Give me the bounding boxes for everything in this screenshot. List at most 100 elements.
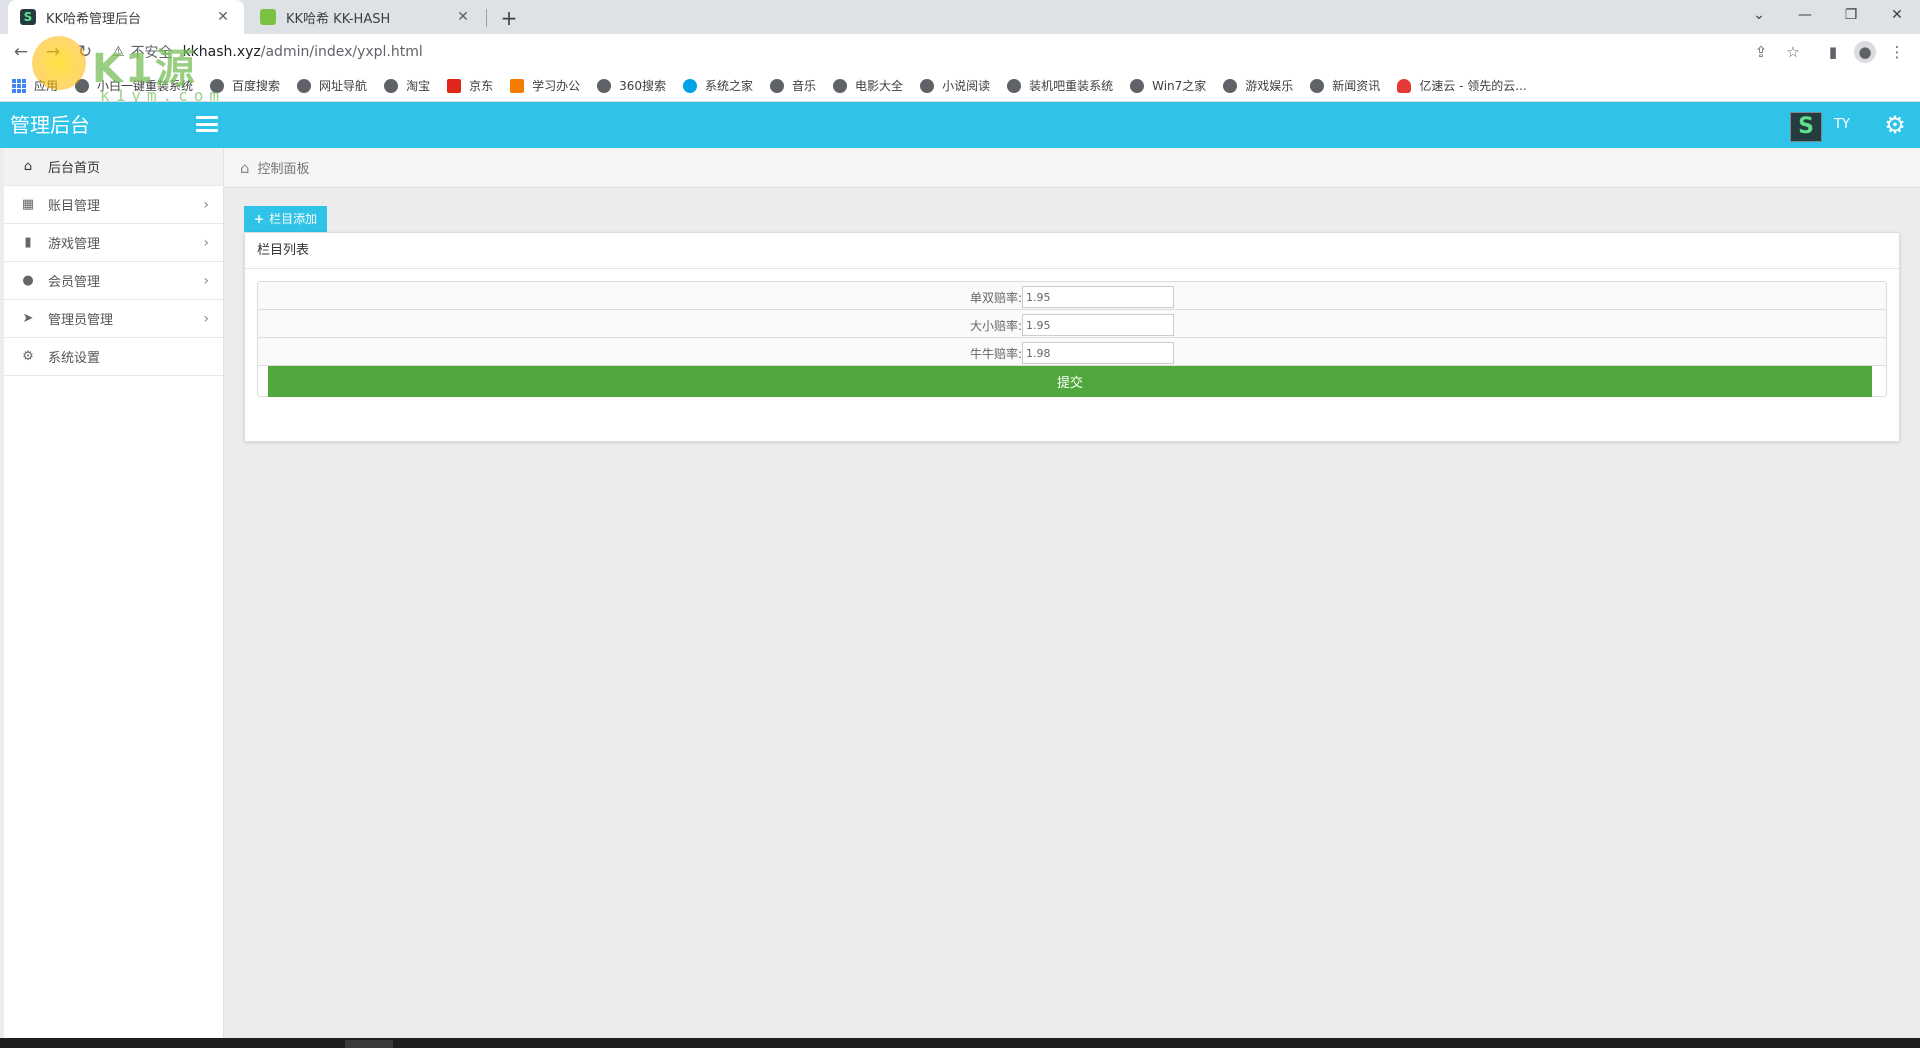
url-path: /admin/index/yxpl.html (260, 44, 423, 60)
cloud-icon (1397, 78, 1412, 93)
globe-icon (384, 78, 399, 93)
minimize-button[interactable]: — (1782, 0, 1828, 30)
browser-tab-bar: S KK哈希管理后台 ✕ KK哈希 KK-HASH ✕ + ⌄ — ❐ ✕ (0, 0, 1920, 34)
reload-button[interactable]: ↻ (72, 39, 98, 65)
app-header: 管理后台 S TY ⚙ (0, 102, 1920, 148)
chevron-right-icon: › (203, 197, 209, 213)
leaf-icon (260, 9, 276, 25)
side-panel-icon[interactable]: ▮ (1822, 41, 1844, 63)
browser-tab-admin[interactable]: S KK哈希管理后台 ✕ (8, 0, 244, 34)
sidebar-item-games[interactable]: ▮ 游戏管理 › (4, 224, 223, 262)
url-input[interactable]: ⚠ 不安全 kkhash.xyz/admin/index/yxpl.html (112, 37, 1792, 67)
gear-icon[interactable]: ⚙ (1882, 112, 1908, 138)
gear-icon: ⚙ (22, 349, 34, 364)
globe-icon (297, 78, 312, 93)
bookmark-item[interactable]: 小白一键重装系统 (75, 77, 193, 94)
avatar[interactable]: S (1790, 112, 1822, 142)
globe-icon (597, 78, 612, 93)
niuniu-odds-label: 牛牛赔率: (969, 346, 1022, 361)
sidebar-item-label: 管理员管理 (48, 313, 114, 328)
back-button[interactable]: ← (8, 39, 34, 65)
home-icon: ⌂ (23, 159, 33, 174)
globe-icon (75, 78, 90, 93)
panel-title: 栏目列表 (245, 233, 1899, 269)
bookmark-item[interactable]: Win7之家 (1130, 77, 1206, 94)
close-icon[interactable]: ✕ (214, 8, 232, 26)
sidebar-item-label: 会员管理 (48, 275, 101, 290)
big-small-odds-input[interactable] (1022, 314, 1174, 336)
user-icon: ● (22, 273, 34, 288)
browser-tab-kkhash[interactable]: KK哈希 KK-HASH ✕ (248, 0, 484, 34)
profile-icon[interactable]: ● (1854, 41, 1876, 63)
add-column-button[interactable]: + 栏目添加 (244, 206, 328, 232)
sidebar-item-dashboard[interactable]: ⌂ 后台首页 (4, 148, 223, 186)
bookmark-item[interactable]: 亿速云 - 领先的云... (1397, 77, 1527, 94)
globe-icon (1130, 78, 1145, 93)
bookmark-item[interactable]: 网址导航 (297, 77, 367, 94)
sidebar-item-label: 账目管理 (48, 199, 101, 214)
bookmark-apps[interactable]: 应用 (12, 77, 58, 94)
more-menu-icon[interactable]: ⋮ (1886, 41, 1908, 63)
sidebar-item-members[interactable]: ● 会员管理 › (4, 262, 223, 300)
forward-button[interactable]: → (40, 39, 66, 65)
bookmark-item[interactable]: 百度搜索 (210, 77, 280, 94)
niuniu-odds-input[interactable] (1022, 342, 1174, 364)
warning-icon: ⚠ (112, 44, 125, 60)
chevron-right-icon: › (203, 273, 209, 289)
bookmarks-bar: 应用 小白一键重装系统 百度搜索 网址导航 淘宝 京东 学习办公 360搜索 系… (0, 70, 1920, 102)
paper-plane-icon: ➤ (22, 311, 34, 326)
bookmark-item[interactable]: 音乐 (770, 77, 816, 94)
apps-grid-icon (12, 78, 26, 93)
taskbar-item[interactable] (345, 1040, 393, 1048)
sidebar-item-label: 后台首页 (48, 161, 101, 176)
sidebar-item-label: 游戏管理 (48, 237, 101, 252)
plus-icon: + (254, 212, 265, 226)
bookmark-item[interactable]: 学习办公 (510, 77, 580, 94)
bookmark-item[interactable]: 系统之家 (683, 77, 753, 94)
tab-title: KK哈希 KK-HASH (286, 11, 391, 27)
globe-icon (833, 78, 848, 93)
office-icon (510, 78, 525, 93)
book-icon: ▮ (24, 235, 32, 250)
hamburger-menu-icon[interactable] (196, 114, 218, 134)
odd-even-odds-input[interactable] (1022, 286, 1174, 308)
bookmark-item[interactable]: 淘宝 (384, 77, 430, 94)
breadcrumb-label[interactable]: 控制面板 (258, 158, 310, 177)
odd-even-odds-label: 单双赔率: (969, 290, 1022, 305)
chevron-right-icon: › (203, 311, 209, 327)
bookmark-item[interactable]: 360搜索 (597, 77, 666, 94)
globe-icon (1223, 78, 1238, 93)
security-label: 不安全 (130, 45, 173, 61)
restore-button[interactable]: ❐ (1828, 0, 1874, 30)
user-name[interactable]: TY (1834, 102, 1850, 148)
close-icon[interactable]: ✕ (454, 8, 472, 26)
globe-icon (1007, 78, 1022, 93)
bookmark-item[interactable]: 新闻资讯 (1310, 77, 1380, 94)
sidebar-item-accounts[interactable]: ▦ 账目管理 › (4, 186, 223, 224)
os-taskbar (0, 1038, 1920, 1048)
sidebar-item-settings[interactable]: ⚙ 系统设置 (4, 338, 223, 376)
bookmark-item[interactable]: 小说阅读 (920, 77, 990, 94)
tab-search-icon[interactable]: ⌄ (1736, 0, 1782, 30)
column-list-panel: 栏目列表 单双赔率: 大小赔率: 牛牛赔率: 提交 (244, 232, 1900, 442)
bookmark-item[interactable]: 装机吧重装系统 (1007, 77, 1113, 94)
home-icon[interactable]: ⌂ (240, 159, 250, 177)
globe-icon (770, 78, 785, 93)
sidebar: ⌂ 后台首页 ▦ 账目管理 › ▮ 游戏管理 › ● 会员管理 › ➤ 管理员管… (4, 148, 224, 1038)
bookmark-item[interactable]: 游戏娱乐 (1223, 77, 1293, 94)
sidebar-item-label: 系统设置 (48, 351, 101, 366)
submit-button[interactable]: 提交 (268, 366, 1872, 397)
grid-icon: ▦ (21, 197, 35, 212)
form-row-submit: 提交 (257, 365, 1887, 397)
big-small-odds-label: 大小赔率: (969, 318, 1022, 333)
brand-title: 管理后台 (10, 113, 90, 137)
s-logo-icon: S (20, 9, 36, 25)
close-window-button[interactable]: ✕ (1874, 0, 1920, 30)
jd-logo-icon (447, 78, 462, 93)
bookmark-item[interactable]: 电影大全 (833, 77, 903, 94)
new-tab-button[interactable]: + (496, 5, 522, 31)
bookmark-item[interactable]: 京东 (447, 77, 493, 94)
share-icon[interactable]: ⇪ (1750, 41, 1772, 63)
star-icon[interactable]: ☆ (1782, 41, 1804, 63)
sidebar-item-admins[interactable]: ➤ 管理员管理 › (4, 300, 223, 338)
